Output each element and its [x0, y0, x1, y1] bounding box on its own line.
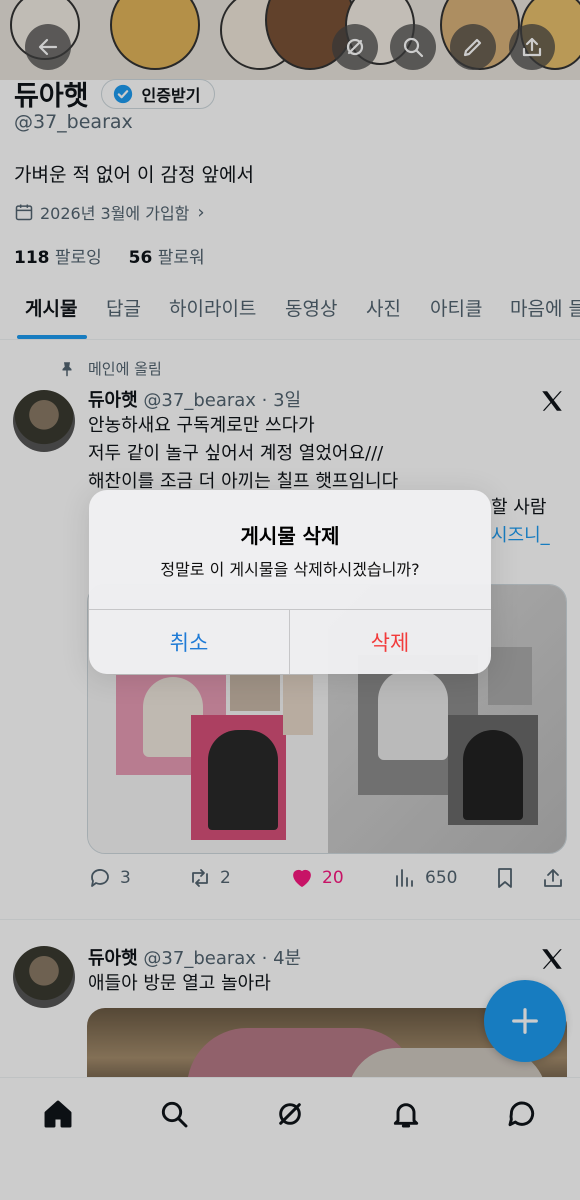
reply-button[interactable]: 3 — [88, 866, 131, 890]
search-icon — [403, 37, 424, 58]
tweet-meta: @37_bearax · 3일 — [143, 390, 302, 411]
tab-articles[interactable]: 아티클 — [430, 294, 482, 321]
share-button[interactable] — [509, 24, 555, 70]
avatar[interactable] — [13, 390, 75, 452]
tab-posts[interactable]: 게시물 — [25, 294, 77, 321]
nav-notifications[interactable] — [386, 1094, 426, 1134]
bottom-nav — [0, 1077, 580, 1200]
notifications-icon — [393, 1103, 419, 1128]
pin-icon — [62, 361, 72, 376]
views-icon — [396, 869, 413, 887]
following-link[interactable]: 118 팔로잉 — [14, 248, 102, 268]
views-button[interactable]: 650 — [393, 866, 457, 890]
tab-likes[interactable]: 마음에 들 — [510, 294, 580, 321]
tweet-body[interactable]: 애들아 방문 열고 놀아라 — [88, 970, 271, 998]
delete-confirm-dialog: 게시물 삭제 정말로 이 게시물을 삭제하시겠습니까? 취소 삭제 — [89, 490, 491, 674]
repost-icon — [192, 869, 208, 887]
nav-search[interactable] — [154, 1094, 194, 1134]
joined-text: 2026년 3월에 가입함 — [40, 204, 190, 223]
tweet-divider — [0, 919, 580, 920]
nav-grok[interactable] — [270, 1094, 310, 1134]
nav-messages[interactable] — [502, 1094, 542, 1134]
compose-button[interactable] — [484, 980, 566, 1062]
chevron-right-icon: › — [197, 201, 205, 223]
profile-handle: @37_bearax — [14, 111, 133, 133]
hashtag-link[interactable]: 시즈니_ — [491, 522, 550, 550]
get-verified-button[interactable]: 인증받기 — [100, 78, 216, 109]
share-tweet-button[interactable] — [541, 866, 565, 890]
tweet-header: 듀아햇 @37_bearax · 3일 — [88, 386, 301, 412]
nav-home[interactable] — [38, 1094, 78, 1134]
bookmark-icon — [498, 868, 512, 888]
edit-icon — [463, 38, 482, 57]
follow-stats: 118 팔로잉 56 팔로워 — [14, 243, 205, 268]
get-verified-label: 인증받기 — [141, 85, 201, 105]
tweet-author-name[interactable]: 듀아햇 — [88, 948, 138, 969]
tweet-meta: @37_bearax · 4분 — [143, 948, 302, 969]
grok-icon — [346, 38, 364, 56]
grok-icon — [279, 1103, 301, 1125]
avatar[interactable] — [13, 946, 75, 1008]
tweet-text-fragment: 할 사람 — [491, 497, 547, 518]
dialog-message: 정말로 이 게시물을 삭제하시겠습니까? — [160, 560, 420, 579]
edit-button[interactable] — [450, 24, 496, 70]
profile-tabs: 게시물 답글 하이라이트 동영상 사진 아티클 마음에 들 — [0, 280, 580, 340]
share-icon — [522, 37, 542, 57]
back-button[interactable] — [25, 24, 71, 70]
tab-highlights[interactable]: 하이라이트 — [169, 294, 256, 321]
back-arrow-icon — [38, 38, 58, 56]
tab-photos[interactable]: 사진 — [366, 294, 401, 321]
joined-date[interactable]: 2026년 3월에 가입함 › — [14, 200, 205, 224]
heart-icon — [293, 869, 311, 887]
profile-name-row: 듀아햇 인증받기 — [14, 74, 216, 113]
calendar-icon — [15, 204, 33, 221]
cancel-button[interactable]: 취소 — [89, 610, 289, 674]
profile-name: 듀아햇 — [14, 81, 89, 112]
reply-icon — [91, 869, 109, 887]
x-logo-icon[interactable] — [539, 946, 565, 972]
tab-replies[interactable]: 답글 — [106, 294, 141, 321]
tab-videos[interactable]: 동영상 — [285, 294, 337, 321]
repost-button[interactable]: 2 — [188, 866, 231, 890]
share-icon — [544, 869, 562, 887]
like-button[interactable]: 20 — [290, 866, 344, 890]
search-icon — [161, 1101, 188, 1128]
pinned-label: 메인에 올림 — [58, 358, 162, 379]
tweet-actions: 3 2 20 650 — [88, 866, 568, 892]
tweet-header: 듀아햇 @37_bearax · 4분 — [88, 944, 301, 970]
x-logo-icon[interactable] — [539, 388, 565, 414]
dialog-title: 게시물 삭제 — [240, 524, 340, 548]
followers-link[interactable]: 56 팔로워 — [129, 248, 205, 268]
plus-icon — [512, 1008, 538, 1034]
profile-bio: 가벼운 적 없어 이 감정 앞에서 — [14, 164, 254, 186]
delete-button[interactable]: 삭제 — [290, 610, 490, 674]
active-tab-indicator — [17, 335, 87, 339]
home-icon — [44, 1100, 72, 1128]
tweet-body[interactable]: 안농하새요 구독계로만 쓰다가 저두 같이 놀구 싶어서 계정 열었어요/// … — [88, 412, 398, 496]
messages-icon — [508, 1101, 535, 1127]
grok-button[interactable] — [332, 24, 378, 70]
bookmark-button[interactable] — [493, 866, 517, 890]
search-button[interactable] — [390, 24, 436, 70]
verified-badge-icon — [113, 84, 132, 103]
tweet-author-name[interactable]: 듀아햇 — [88, 390, 138, 411]
